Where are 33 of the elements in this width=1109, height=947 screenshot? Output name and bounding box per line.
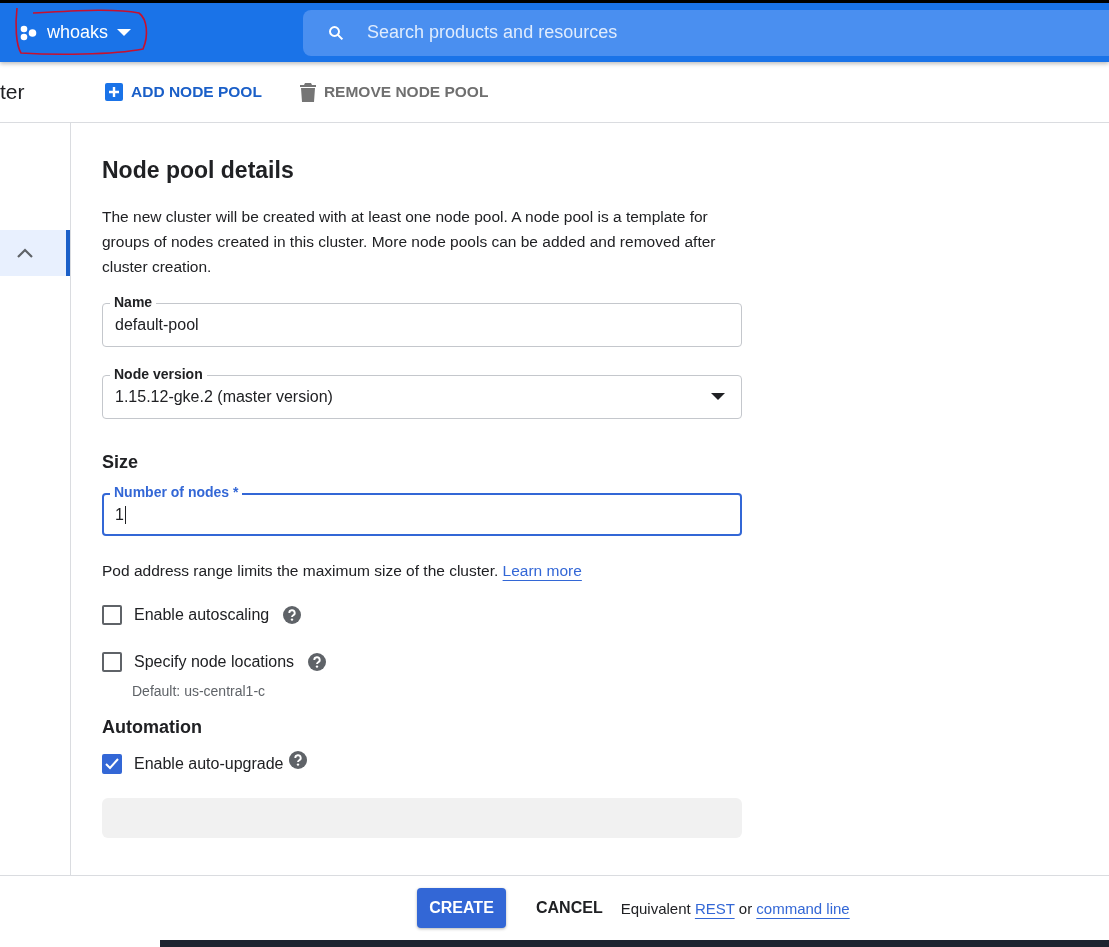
section-heading: Node pool details [102,157,295,184]
equivalent-text: Equivalent REST or command line [620,899,850,917]
cancel-button[interactable]: CANCEL [528,891,611,925]
help-icon[interactable] [283,606,302,624]
caret-icon [117,28,132,37]
learn-more-link[interactable]: Learn more [502,562,582,579]
page-title: ter [0,80,26,104]
checkbox-label: Enable autoscaling [134,606,270,624]
trash-icon [299,82,316,102]
search-icon [327,23,346,42]
checkbox[interactable] [102,652,122,672]
section-description: The new cluster will be created with at least one node pool. A node pool is a template for groups of nodes created in this cluster. More node pools can be added and removed after cluster creation. [102,207,717,277]
command-line-link[interactable]: command line [756,899,850,917]
dropdown-arrow-icon [711,393,725,401]
checkbox[interactable] [102,605,122,625]
checkbox[interactable] [102,754,122,774]
checkbox-label: Specify node locations [134,653,295,671]
checkbox-label: Enable auto-upgrade [134,755,284,773]
pod-range-note: Pod address range limits the maximum size of the cluster. Learn more [102,562,583,580]
add-node-pool-button[interactable]: ADD NODE POOL [105,79,262,105]
project-selector[interactable]: whoaks [18,18,134,47]
help-icon[interactable] [308,653,327,671]
dots-icon [20,24,38,41]
plus-icon [105,83,123,101]
section-heading: Automation [102,717,203,738]
chevron-up-icon [16,247,34,259]
sidebar-item[interactable] [0,230,70,276]
rest-link[interactable]: REST [694,899,735,917]
help-icon[interactable] [289,751,308,769]
default-location-hint: Default: us-central1-c [132,683,267,699]
search-field[interactable]: Search products and resources [303,9,1109,56]
section-heading: Size [102,452,140,473]
create-button[interactable]: CREATE [417,888,506,928]
